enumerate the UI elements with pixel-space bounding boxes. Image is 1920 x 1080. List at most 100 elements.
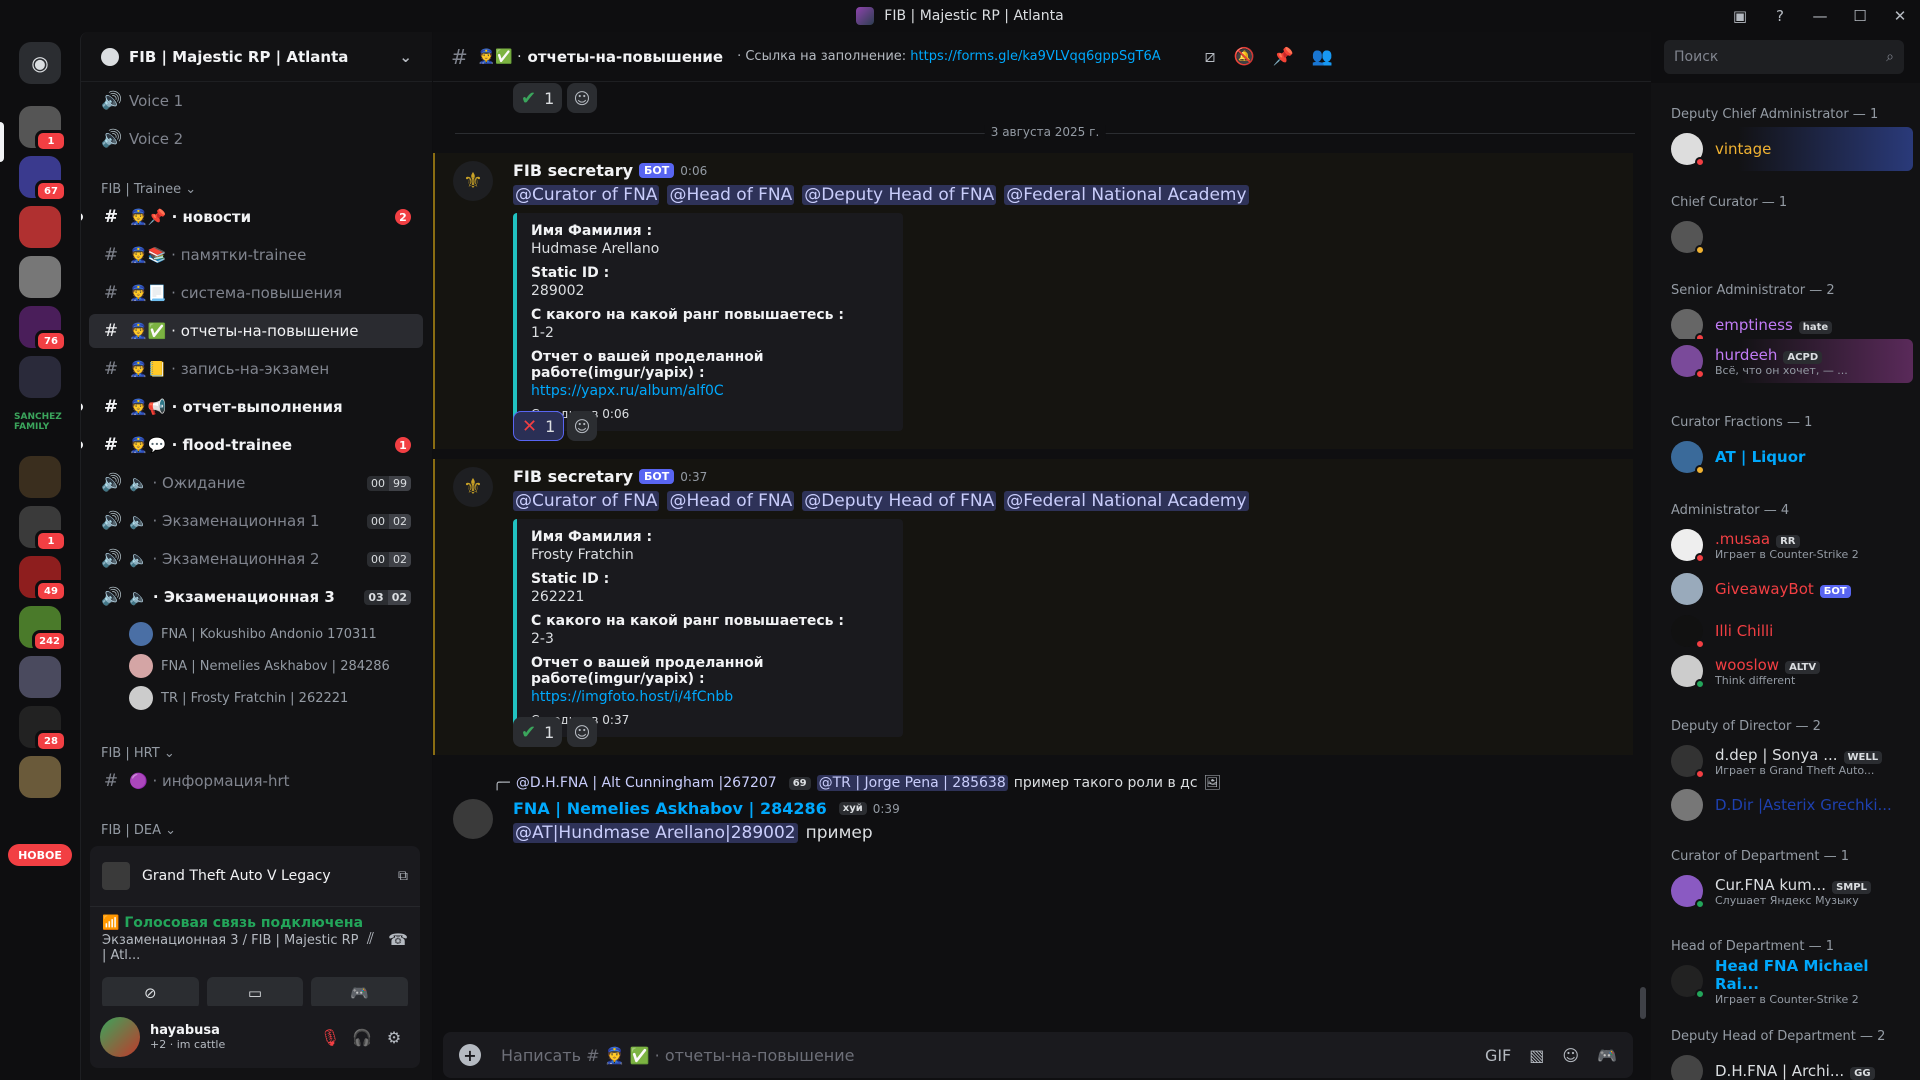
reply-reference[interactable]: ╭─ @D.H.FNA | Alt Cunningham |267207 69 … [493,775,1221,791]
author-name[interactable]: FNA | Nemelies Askhabov | 284286 [513,799,827,818]
category-dea[interactable]: FIB | DEA ⌄ [101,823,176,838]
disconnect-icon[interactable]: ☎ [388,930,408,949]
server-icon[interactable]: 49 [19,556,67,602]
embed-link[interactable]: https://imgfoto.host/i/4fCnbb [531,689,733,705]
server-icon[interactable]: 76 [19,306,67,352]
threads-icon[interactable]: ⧄ [1205,47,1216,67]
notification-mute-icon[interactable]: 🔕 [1233,47,1254,67]
bot-avatar[interactable]: ⚜ [453,161,493,201]
text-channel-active[interactable]: # 👮 ✅ · отчеты-на-повышение [89,314,423,348]
server-icon[interactable] [19,206,61,248]
voice-user[interactable]: FNA | Kokushibo Andonio 170311 [129,620,377,648]
server-icon[interactable]: 67 [19,156,67,202]
user-mention[interactable]: @TR | Jorge Pena | 285638 [816,775,1008,791]
voice-channel[interactable]: 🔊 Voice 2 [89,122,423,156]
role-mention[interactable]: @Curator of FNA [513,491,660,511]
reaction-cross[interactable]: ✕ 1 [513,411,565,441]
pin-icon[interactable]: 📌 [1273,47,1294,67]
role-mention[interactable]: @Curator of FNA [513,185,660,205]
server-header[interactable]: FIB | Majestic RP | Atlanta ⌄ [81,32,432,82]
voice-user[interactable]: TR | Frosty Fratchin | 262221 [129,684,348,712]
new-badge[interactable]: НОВОЕ [8,844,72,866]
inbox-icon[interactable]: ▣ [1720,0,1760,32]
avatar[interactable] [100,1017,140,1057]
server-icon[interactable] [19,456,61,498]
screen-share-button[interactable]: ▭ [206,977,304,1009]
message-input[interactable]: + Написать # 👮 ✅ · отчеты-на-повышение G… [443,1032,1633,1078]
server-icon[interactable] [19,256,61,298]
discord-home-icon[interactable]: ◉ [19,42,61,84]
search-input[interactable]: Поиск ⌕ [1664,40,1904,74]
add-reaction-button[interactable]: ☺ [567,717,597,747]
text-channel[interactable]: # 🟣 · информация-hrt [89,764,423,798]
author-name[interactable]: FIB secretary [513,161,633,180]
voice-channel-info[interactable]: Экзаменационная 3 / FIB | Majestic RP | … [102,933,367,963]
avatar[interactable] [453,799,493,839]
role-mention[interactable]: @Federal National Academy [1004,491,1249,511]
member-item[interactable]: wooslow ALTV Think different [1663,649,1913,693]
text-channel[interactable]: # 👮 💬 · flood-trainee 1 [89,428,423,462]
server-icon[interactable]: 1 [19,106,67,152]
text-channel[interactable]: # 👮 📌 · новости 2 [89,200,423,234]
noise-suppression-icon[interactable]: ⫽ [367,929,374,949]
server-icon[interactable]: 242 [19,606,67,652]
role-mention[interactable]: @Deputy Head of FNA [802,185,997,205]
gif-icon[interactable]: GIF [1485,1046,1511,1065]
member-item[interactable]: D.Dir |Asterix Grechki... [1663,783,1913,827]
member-item[interactable]: d.dep | Sonya ... WELL Играет в Grand Thef… [1663,739,1913,783]
role-mention[interactable]: @Head of FNA [667,491,795,511]
voice-user[interactable]: FNA | Nemelies Askhabov | 284286 [129,652,390,680]
category-hrt[interactable]: FIB | HRT ⌄ [101,746,175,761]
emoji-icon[interactable]: ☺ [1562,1046,1579,1065]
member-item[interactable]: .musaa RR Играет в Counter-Strike 2 [1663,523,1913,567]
deafen-icon[interactable]: 🎧 [346,1021,378,1053]
reaction-check[interactable]: ✔ 1 [513,717,563,747]
screen-share-icon[interactable]: ⧉ [398,868,408,884]
maximize-button[interactable]: ☐ [1840,0,1880,32]
category-trainee[interactable]: FIB | Trainee ⌄ [101,182,196,197]
bot-avatar[interactable]: ⚜ [453,467,493,507]
embed-link[interactable]: https://yapx.ru/album/alf0C [531,383,724,399]
game-activity[interactable]: Grand Theft Auto V Legacy ⧉ [90,846,420,906]
camera-button[interactable]: ⊘ [102,977,199,1009]
role-mention[interactable]: @Head of FNA [667,185,795,205]
member-item[interactable] [1663,215,1913,259]
voice-status[interactable]: 📶 Голосовая связь подключена [102,915,367,931]
text-channel[interactable]: # 👮 📚 · памятки-trainee [89,238,423,272]
mute-icon[interactable]: 🎙 [314,1021,346,1053]
members-icon[interactable]: 👥 [1312,47,1333,67]
activities-button[interactable]: 🎮 [311,977,409,1009]
server-icon[interactable]: 28 [19,706,67,752]
reply-author[interactable]: @D.H.FNA | Alt Cunningham |267207 [516,775,777,791]
voice-channel[interactable]: 🔊 Voice 1 [89,84,423,118]
voice-channel-connected[interactable]: 🔊 🔈 · Экзаменационная 3 03 02 [89,580,423,614]
voice-channel[interactable]: 🔊 🔈 · Экзаменационная 1 00 02 [89,504,423,538]
server-icon[interactable]: 1 [19,506,67,552]
member-item[interactable]: hurdeeh ACPD Всё, что он хочет, — ... [1663,339,1913,383]
minimize-button[interactable]: — [1800,0,1840,32]
message[interactable]: ⚜ FIB secretary БОТ 0:06 @Curator of FNA… [433,153,1633,449]
message-reply[interactable]: ╭─ @D.H.FNA | Alt Cunningham |267207 69 … [433,773,1633,863]
gear-icon[interactable]: ⚙ [378,1021,410,1053]
member-item[interactable]: Cur.FNA kum... SMPL Слушает Яндекс Музыку [1663,869,1913,913]
voice-channel[interactable]: 🔊 🔈 · Ожидание 00 99 [89,466,423,500]
topic-link[interactable]: https://forms.gle/ka9VLVqq6gppSgT6A [910,49,1160,64]
text-channel[interactable]: # 👮 📢 · отчет-выполнения [89,390,423,424]
text-channel[interactable]: # 👮 📒 · запись-на-экзамен [89,352,423,386]
message[interactable]: ⚜ FIB secretary БОТ 0:37 @Curator of FNA… [433,459,1633,755]
member-item[interactable]: Illi Chilli [1663,609,1913,653]
member-item[interactable]: D.H.FNA | Archi... GG [1663,1049,1913,1080]
add-reaction-button[interactable]: ☺ [567,411,597,441]
text-channel[interactable]: # 👮 📃 · система-повышения [89,276,423,310]
reaction-check[interactable]: ✔ 1 [513,83,563,113]
add-reaction-button[interactable]: ☺ [567,83,597,113]
game-controller-icon[interactable]: 🎮 [1597,1046,1617,1065]
server-icon[interactable] [19,756,61,798]
plus-icon[interactable]: + [459,1044,481,1066]
sanchez-family-icon[interactable]: SANCHEZ FAMILY [14,412,66,432]
scrollbar[interactable] [1640,987,1646,1019]
member-item[interactable]: Head FNA Michael Rai... Играет в Counter-… [1663,957,1913,1006]
voice-channel[interactable]: 🔊 🔈 · Экзаменационная 2 00 02 [89,542,423,576]
user-mention[interactable]: @AT|Hundmase Arellano|289002 [513,823,798,843]
server-icon[interactable] [19,356,61,398]
